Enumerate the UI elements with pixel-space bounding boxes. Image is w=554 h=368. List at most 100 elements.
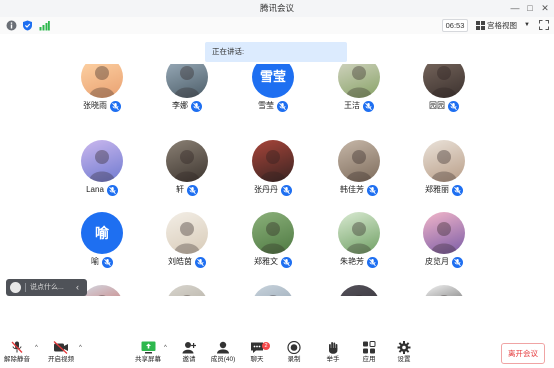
avatar-photo [346, 66, 372, 98]
muted-mic-icon [367, 256, 378, 268]
avatar-photo [431, 66, 457, 98]
avatar-photo [174, 222, 200, 254]
participant-avatar [423, 64, 465, 98]
shield-icon[interactable] [22, 20, 33, 31]
participant-avatar [81, 140, 123, 182]
start-video-button[interactable]: 开启视频 [44, 341, 78, 368]
fullscreen-icon[interactable] [539, 20, 549, 30]
participant-avatar [166, 212, 208, 254]
participant-avatar [166, 285, 208, 296]
participant-tile[interactable] [142, 285, 232, 296]
apps-button[interactable]: 应用 [352, 341, 386, 368]
participant-tile[interactable]: 轩 [142, 140, 232, 198]
participant-name-row: 郑雅文 [228, 256, 318, 268]
avatar-photo [98, 295, 106, 296]
chat-input[interactable]: 说点什么... [30, 279, 64, 296]
participant-tile[interactable]: 朱艳芳 [314, 212, 404, 270]
microphone-muted-icon [11, 341, 23, 353]
participant-tile[interactable]: Lana [57, 140, 147, 198]
participant-tile[interactable]: 雪莹 雪莹 [228, 64, 318, 114]
chevron-left-icon[interactable]: ‹ [76, 279, 79, 295]
signal-icon[interactable] [39, 20, 50, 31]
participant-tile[interactable] [399, 285, 489, 296]
minimize-button[interactable]: — [508, 2, 522, 15]
participant-avatar [338, 140, 380, 182]
participant-avatar [166, 64, 208, 98]
participant-tile[interactable] [314, 285, 404, 296]
participant-avatar [423, 140, 465, 182]
participant-tile[interactable]: 园园 [399, 64, 489, 114]
participant-tile[interactable]: 刘皓茵 [142, 212, 232, 270]
settings-button[interactable]: 设置 [387, 341, 421, 368]
muted-mic-icon [363, 100, 374, 112]
speaking-indicator: 正在讲话: [205, 42, 347, 62]
participant-name-row: 朱艳芳 [314, 256, 404, 268]
participant-name-row: Lana [57, 184, 147, 196]
participant-avatar: 喻 [81, 212, 123, 254]
invite-button[interactable]: 邀请 [172, 341, 206, 368]
bottom-toolbar: 解除静音 ^ 开启视频 ^ 共享屏幕 ^ 邀请 成员(40) 聊天 录制 举手 … [0, 336, 554, 368]
start-video-label: 开启视频 [48, 356, 74, 363]
participant-tile[interactable]: 郑雅文 [228, 212, 318, 270]
members-button[interactable]: 成员(40) [206, 341, 240, 368]
participant-name: 郑雅文 [254, 257, 278, 266]
record-icon [287, 341, 301, 354]
avatar-photo [260, 150, 286, 182]
participant-tile[interactable]: 李娜 [142, 64, 232, 114]
participant-name: 刘皓茵 [168, 257, 192, 266]
participant-avatar [81, 285, 123, 296]
participant-name: Lana [86, 185, 104, 194]
unmute-label: 解除静音 [4, 356, 30, 363]
participant-tile[interactable]: 张晓雨 [57, 64, 147, 114]
participant-avatar [166, 140, 208, 182]
quick-chat-bar[interactable]: 说点什么... ‹ [6, 279, 87, 296]
muted-mic-icon [191, 100, 202, 112]
participant-tile[interactable]: 张丹丹 [228, 140, 318, 198]
grid-icon [476, 21, 485, 30]
share-options-caret[interactable]: ^ [164, 345, 167, 351]
leave-meeting-button[interactable]: 离开会议 [501, 343, 545, 364]
participant-avatar [338, 285, 380, 296]
participant-name: 李娜 [172, 101, 188, 110]
unmute-button[interactable]: 解除静音 [0, 341, 34, 368]
share-screen-button[interactable]: 共享屏幕 [131, 341, 165, 368]
avatar-photo [260, 222, 286, 254]
view-switch-button[interactable]: 宫格视图 ▼ [475, 19, 533, 32]
participant-tile[interactable]: 韩佳芳 [314, 140, 404, 198]
invite-user-icon [182, 342, 196, 354]
muted-mic-icon [452, 256, 463, 268]
status-bar: 06:53 宫格视图 ▼ [0, 17, 554, 34]
maximize-button[interactable]: □ [523, 2, 537, 15]
mute-options-caret[interactable]: ^ [35, 345, 38, 351]
info-icon[interactable] [6, 20, 17, 31]
participant-name: 皮览月 [425, 257, 449, 266]
settings-label: 设置 [397, 356, 411, 363]
avatar-photo [183, 295, 191, 296]
chat-emoji-icon[interactable] [10, 282, 21, 293]
apps-label: 应用 [362, 356, 376, 363]
participant-name-row: 雪莹 [228, 100, 318, 112]
participant-name-row: 王洁 [314, 100, 404, 112]
muted-mic-icon [281, 256, 292, 268]
participant-avatar: 雪莹 [252, 64, 294, 98]
participant-tile[interactable]: 王洁 [314, 64, 404, 114]
close-button[interactable]: ✕ [538, 2, 552, 15]
view-label: 宫格视图 [487, 21, 517, 30]
raise-hand-button[interactable]: 举手 [316, 341, 350, 368]
video-options-caret[interactable]: ^ [79, 345, 82, 351]
avatar-photo [346, 222, 372, 254]
muted-mic-icon [195, 256, 206, 268]
participant-avatar [338, 64, 380, 98]
participant-tile[interactable]: 皮览月 [399, 212, 489, 270]
participant-name: 郑雅丽 [425, 185, 449, 194]
participant-tile[interactable] [228, 285, 318, 296]
participant-name-row: 张晓雨 [57, 100, 147, 112]
avatar-photo [174, 150, 200, 182]
members-icon [217, 341, 229, 354]
participant-name: 王洁 [344, 101, 360, 110]
participant-tile[interactable]: 郑雅丽 [399, 140, 489, 198]
avatar-photo [174, 66, 200, 98]
members-label: 成员(40) [210, 356, 236, 363]
participant-tile[interactable]: 喻喻 [57, 212, 147, 270]
record-button[interactable]: 录制 [277, 341, 311, 368]
